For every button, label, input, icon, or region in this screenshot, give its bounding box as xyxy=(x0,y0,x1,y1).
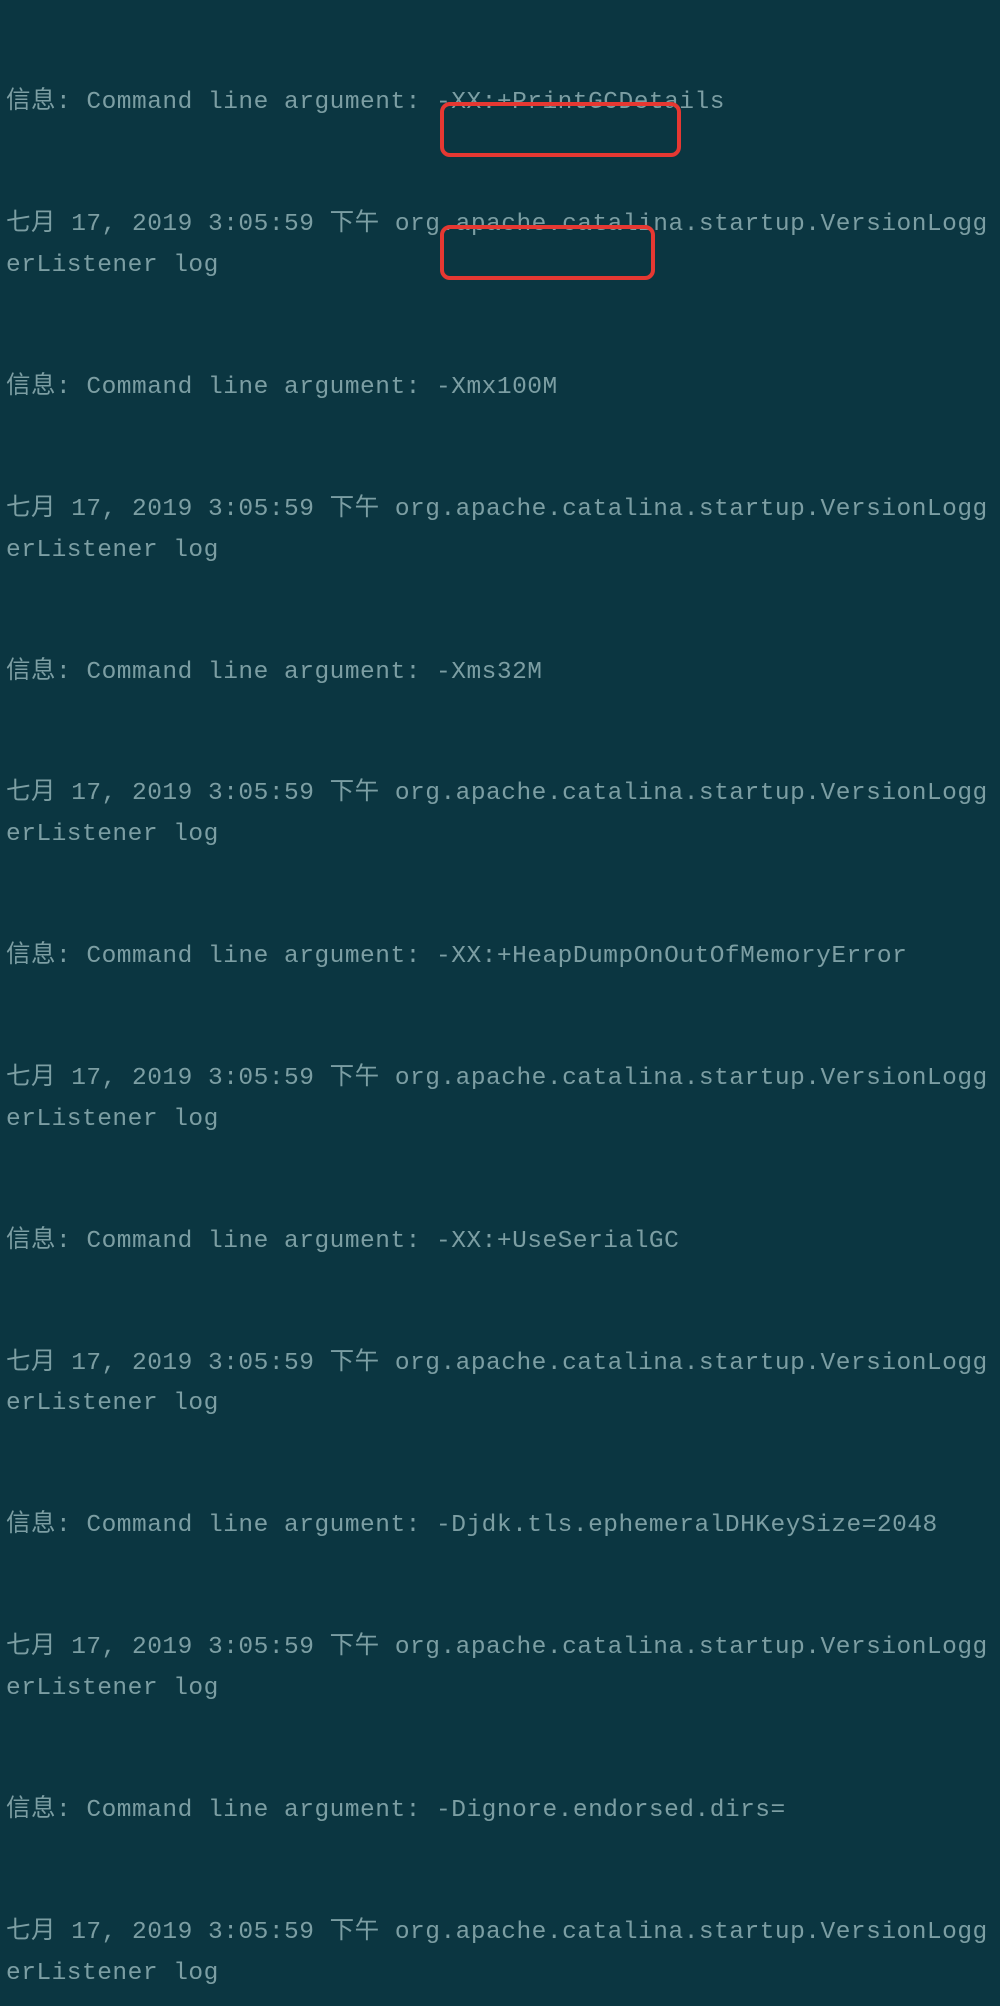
log-line: 信息: Command line argument: -XX:+UseSeria… xyxy=(6,1222,994,1263)
terminal-output: 信息: Command line argument: -XX:+PrintGCD… xyxy=(6,2,994,2006)
log-line: 七月 17, 2019 3:05:59 下午 org.apache.catali… xyxy=(6,1344,994,1425)
log-line: 信息: Command line argument: -Xmx100M xyxy=(6,368,994,409)
log-line: 七月 17, 2019 3:05:59 下午 org.apache.catali… xyxy=(6,1628,994,1709)
log-line: 七月 17, 2019 3:05:59 下午 org.apache.catali… xyxy=(6,1913,994,1994)
log-line: 信息: Command line argument: -XX:+PrintGCD… xyxy=(6,83,994,124)
log-line: 七月 17, 2019 3:05:59 下午 org.apache.catali… xyxy=(6,774,994,855)
log-line: 七月 17, 2019 3:05:59 下午 org.apache.catali… xyxy=(6,205,994,286)
log-line: 信息: Command line argument: -XX:+HeapDump… xyxy=(6,937,994,978)
log-line: 七月 17, 2019 3:05:59 下午 org.apache.catali… xyxy=(6,1059,994,1140)
log-line: 信息: Command line argument: -Dignore.endo… xyxy=(6,1791,994,1832)
log-line: 七月 17, 2019 3:05:59 下午 org.apache.catali… xyxy=(6,490,994,571)
log-line: 信息: Command line argument: -Djdk.tls.eph… xyxy=(6,1506,994,1547)
log-line: 信息: Command line argument: -Xms32M xyxy=(6,653,994,694)
